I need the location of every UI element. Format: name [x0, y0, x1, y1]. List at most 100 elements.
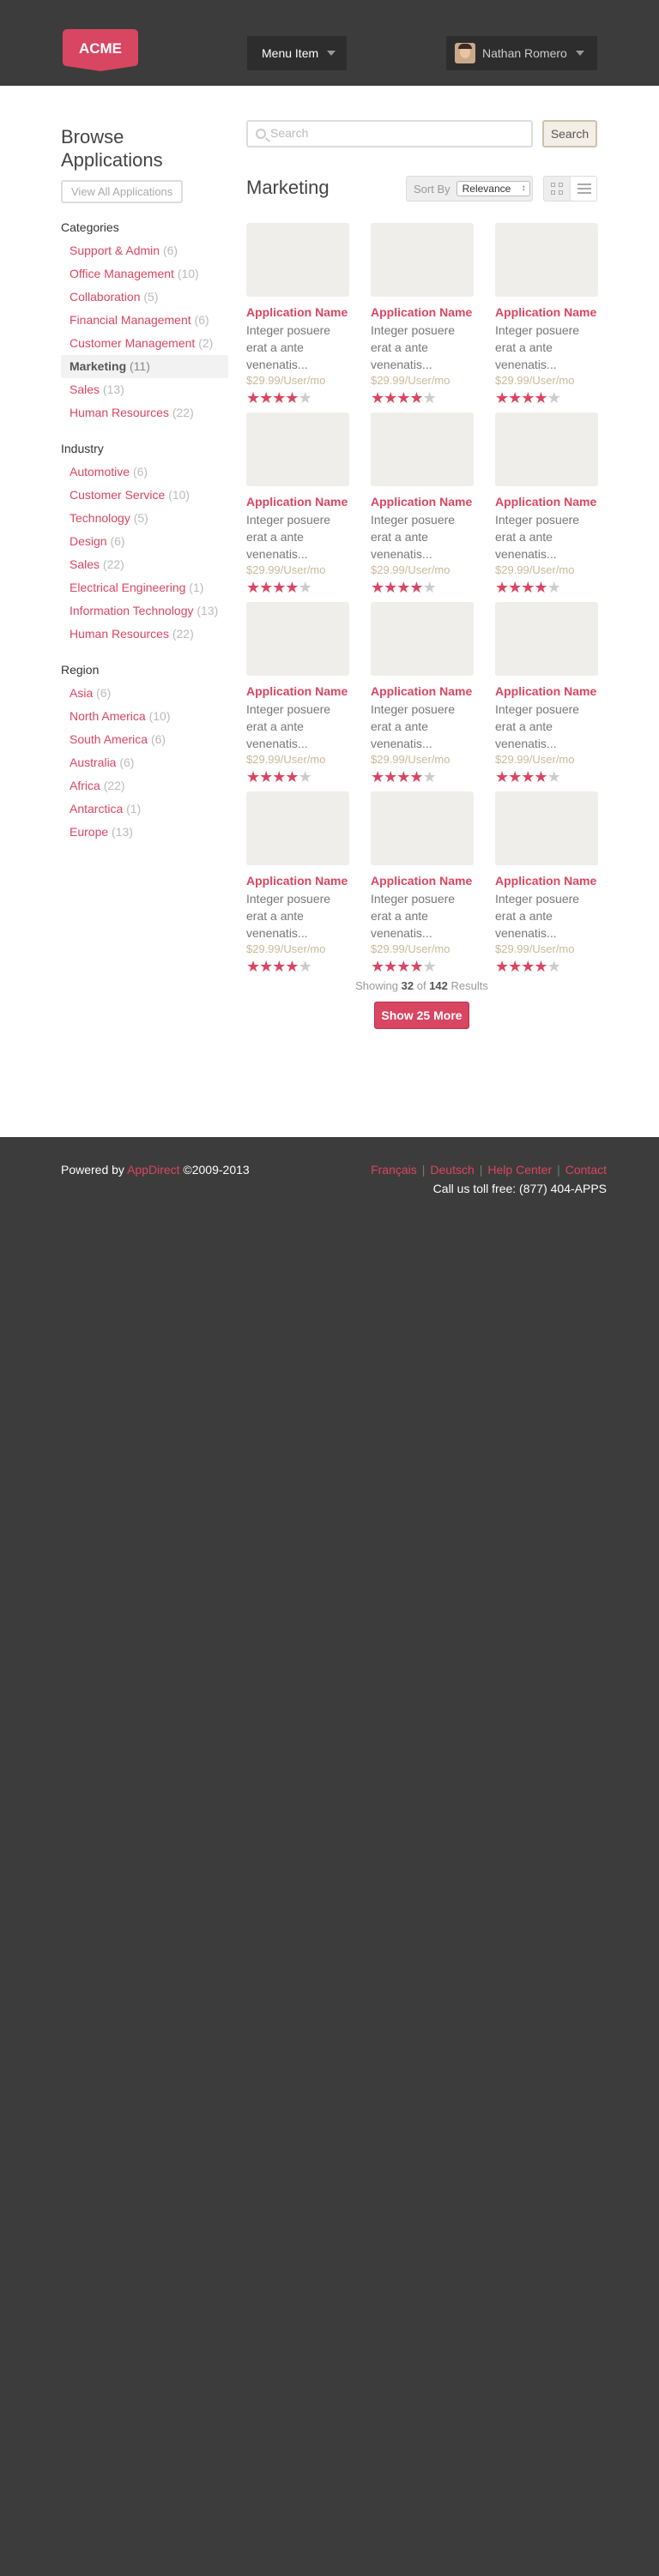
app-thumbnail[interactable]	[371, 412, 474, 486]
app-thumbnail[interactable]	[495, 791, 598, 865]
star-icon: ★	[409, 389, 423, 406]
search-icon	[256, 129, 266, 139]
sidebar-item[interactable]: Marketing (11)	[61, 355, 228, 378]
grid-view-button[interactable]	[543, 176, 571, 202]
app-card[interactable]: Application Name Integer posuere erat a a…	[371, 791, 474, 975]
sidebar-item[interactable]: Customer Service (10)	[61, 484, 228, 507]
app-thumbnail[interactable]	[495, 412, 598, 486]
sidebar-item[interactable]: Electrical Engineering (1)	[61, 576, 228, 599]
app-name[interactable]: Application Name	[371, 684, 474, 699]
app-name[interactable]: Application Name	[246, 874, 349, 888]
app-card[interactable]: Application Name Integer posuere erat a a…	[495, 223, 598, 406]
sidebar-item[interactable]: North America (10)	[61, 705, 228, 728]
star-icon: ★	[298, 768, 312, 785]
footer-link[interactable]: Contact	[565, 1163, 607, 1177]
app-card[interactable]: Application Name Integer posuere erat a a…	[246, 602, 349, 785]
app-thumbnail[interactable]	[371, 602, 474, 676]
user-menu-dropdown[interactable]: Nathan Romero	[446, 36, 597, 70]
app-card[interactable]: Application Name Integer posuere erat a a…	[246, 791, 349, 975]
app-description: Integer posuere erat a ante venenatis...	[246, 892, 331, 940]
app-description: Integer posuere erat a ante venenatis...	[495, 892, 580, 940]
sidebar-item-label: Customer Management	[70, 336, 196, 350]
sidebar-item[interactable]: South America (6)	[61, 728, 228, 751]
footer-link[interactable]: Deutsch	[430, 1163, 474, 1177]
sidebar-item[interactable]: Africa (22)	[61, 774, 228, 797]
star-icon: ★	[285, 579, 299, 596]
sidebar-item[interactable]: Asia (6)	[61, 682, 228, 705]
star-icon: ★	[371, 389, 384, 406]
app-name[interactable]: Application Name	[495, 684, 598, 699]
search-button[interactable]: Search	[542, 120, 597, 147]
sidebar-item-label: Collaboration	[70, 290, 141, 304]
sidebar-item[interactable]: Customer Management (2)	[61, 332, 228, 355]
sidebar-item[interactable]: Financial Management (6)	[61, 309, 228, 332]
sidebar-item-label: Customer Service	[70, 488, 166, 502]
app-thumbnail[interactable]	[246, 602, 349, 676]
sidebar-item[interactable]: Australia (6)	[61, 751, 228, 774]
sort-select[interactable]: Relevance	[456, 181, 530, 196]
acme-logo[interactable]: ACME	[61, 27, 140, 72]
star-icon: ★	[384, 389, 397, 406]
app-card[interactable]: Application Name Integer posuere erat a a…	[495, 412, 598, 596]
view-all-applications-button[interactable]: View All Applications	[61, 180, 184, 203]
sidebar-item[interactable]: Human Resources (22)	[61, 401, 228, 424]
sidebar-item-count: (6)	[162, 244, 178, 257]
sidebar-item[interactable]: Design (6)	[61, 530, 228, 553]
star-rating: ★★★★★	[371, 579, 474, 596]
app-name[interactable]: Application Name	[495, 874, 598, 888]
app-card[interactable]: Application Name Integer posuere erat a a…	[246, 412, 349, 596]
app-thumbnail[interactable]	[495, 223, 598, 297]
search-box[interactable]	[246, 120, 533, 147]
footer-link[interactable]: Help Center	[487, 1163, 552, 1177]
app-description: Integer posuere erat a ante venenatis...	[495, 702, 580, 750]
sidebar-item[interactable]: Antarctica (1)	[61, 797, 228, 821]
app-card[interactable]: Application Name Integer posuere erat a a…	[371, 602, 474, 785]
app-name[interactable]: Application Name	[495, 305, 598, 320]
show-more-button[interactable]: Show 25 More	[374, 1002, 469, 1029]
menu-item-dropdown[interactable]: Menu Item	[247, 36, 347, 70]
sidebar-item[interactable]: Information Technology (13)	[61, 599, 228, 623]
sidebar-item[interactable]: Automotive (6)	[61, 460, 228, 484]
footer-link[interactable]: Français	[371, 1163, 417, 1177]
app-name[interactable]: Application Name	[246, 684, 349, 699]
app-name[interactable]: Application Name	[246, 495, 349, 509]
app-card[interactable]: Application Name Integer posuere erat a a…	[246, 223, 349, 406]
app-thumbnail[interactable]	[246, 412, 349, 486]
sidebar-item[interactable]: Technology (5)	[61, 507, 228, 530]
app-card[interactable]: Application Name Integer posuere erat a a…	[371, 223, 474, 406]
results-shown: 32	[401, 979, 414, 992]
app-name[interactable]: Application Name	[495, 495, 598, 509]
app-description: Integer posuere erat a ante venenatis...	[495, 323, 580, 371]
sidebar-item-count: (6)	[194, 313, 209, 327]
app-thumbnail[interactable]	[246, 791, 349, 865]
star-icon: ★	[246, 389, 260, 406]
sidebar-item[interactable]: Sales (13)	[61, 378, 228, 401]
app-thumbnail[interactable]	[371, 223, 474, 297]
app-card[interactable]: Application Name Integer posuere erat a a…	[371, 412, 474, 596]
app-name[interactable]: Application Name	[371, 305, 474, 320]
star-icon: ★	[285, 768, 299, 785]
app-card[interactable]: Application Name Integer posuere erat a a…	[495, 602, 598, 785]
sidebar-item[interactable]: Collaboration (5)	[61, 286, 228, 309]
sidebar-item-count: (22)	[172, 627, 194, 641]
app-thumbnail[interactable]	[246, 223, 349, 297]
app-thumbnail[interactable]	[371, 791, 474, 865]
appdirect-link[interactable]: AppDirect	[127, 1163, 179, 1177]
sidebar-item-count: (22)	[172, 406, 194, 419]
list-view-button[interactable]	[570, 176, 597, 202]
sidebar-item[interactable]: Support & Admin (6)	[61, 239, 228, 262]
sidebar-item-count: (10)	[148, 709, 171, 723]
app-name[interactable]: Application Name	[246, 305, 349, 320]
search-input[interactable]	[270, 126, 519, 140]
sidebar-item[interactable]: Sales (22)	[61, 553, 228, 576]
app-name[interactable]: Application Name	[371, 495, 474, 509]
sidebar-item[interactable]: Office Management (10)	[61, 262, 228, 286]
results-prefix: Showing	[355, 979, 398, 992]
sidebar-item[interactable]: Human Resources (22)	[61, 623, 228, 646]
app-name[interactable]: Application Name	[371, 874, 474, 888]
app-thumbnail[interactable]	[495, 602, 598, 676]
app-card[interactable]: Application Name Integer posuere erat a a…	[495, 791, 598, 975]
sidebar-item[interactable]: Europe (13)	[61, 821, 228, 844]
page-title: Marketing	[246, 177, 330, 198]
star-icon: ★	[384, 579, 397, 596]
